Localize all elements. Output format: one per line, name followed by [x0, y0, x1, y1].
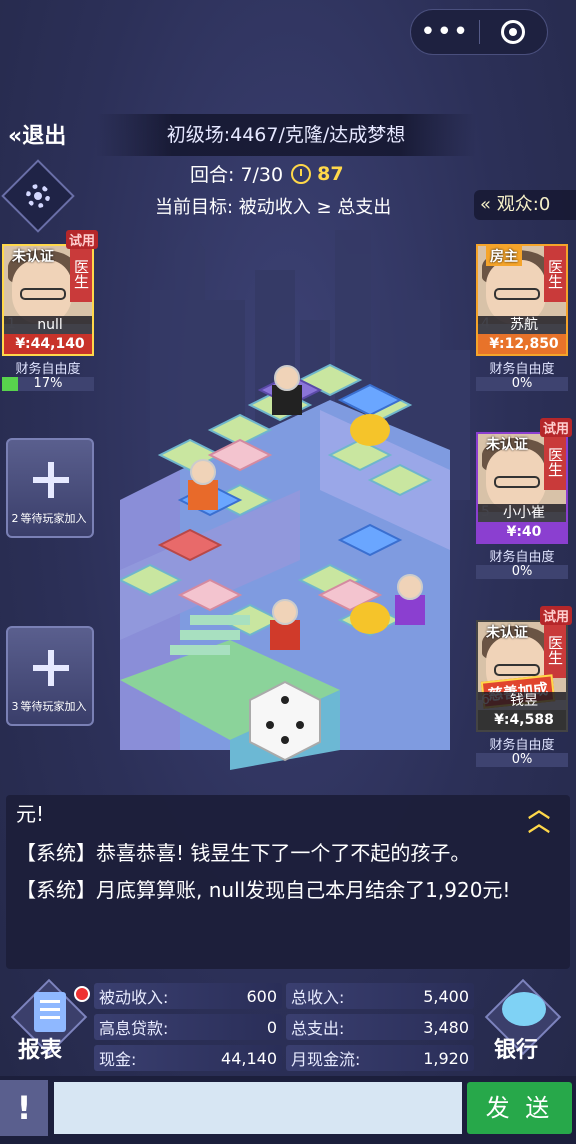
fin-freedom-label: 财务自由度 [15, 362, 81, 377]
player-money: ¥:4,588 [478, 710, 566, 730]
chat-message: 元! [16, 802, 45, 826]
document-icon [34, 992, 66, 1032]
role-tag: 医生 [70, 246, 92, 302]
audience-button[interactable]: « 观众:0 [474, 190, 576, 220]
game-board[interactable] [120, 350, 460, 790]
stat-total-expense: 总支出: 3,480 [286, 1014, 474, 1040]
player-card-4[interactable]: 医生 房主 4 苏航 ¥:12,850 财务自由度 0% [476, 244, 568, 391]
player-name: null [4, 316, 92, 334]
fin-freedom-label: 财务自由度 [489, 738, 555, 753]
round-label: 回合: 7/30 [190, 164, 284, 186]
trial-badge: 试用 [65, 230, 98, 249]
stat-loan: 高息贷款: 0 [94, 1014, 282, 1040]
stat-passive-income: 被动收入: 600 [94, 983, 282, 1009]
player-card-1[interactable]: 医生 未认证 1 null ¥:44,140 试用 财务自由度 17% [2, 230, 98, 391]
dice-icon[interactable] [249, 680, 321, 762]
chat-input[interactable] [54, 1082, 462, 1134]
bank-button[interactable]: 银行 [484, 978, 564, 1064]
fin-freedom-label: 财务自由度 [489, 550, 555, 565]
verify-tag: 未认证 [12, 249, 54, 265]
report-issue-icon[interactable]: ! [0, 1080, 48, 1136]
host-tag: 房主 [486, 246, 522, 266]
player-money: ¥:44,140 [4, 334, 92, 354]
turn-timer: 87 [291, 163, 344, 185]
player-card-6[interactable]: 医生 未认证 慈善加成 6 钱昱 ¥:4,588 试用 财务自由度 0% [476, 606, 572, 767]
exit-button[interactable]: «退出 [8, 118, 66, 150]
send-button[interactable]: 发 送 [467, 1082, 572, 1134]
chat-message: 【系统】月底算算账, null发现自己本月结余了1,920元! [16, 878, 511, 902]
avatar: 医生 房主 4 苏航 ¥:12,850 [476, 244, 568, 356]
round-info: 回合: 7/30 87 [190, 160, 344, 187]
avatar: 医生 未认证 5 小小崔 ¥:40 [476, 432, 568, 544]
role-tag: 医生 [544, 246, 566, 302]
player-card-5[interactable]: 医生 未认证 5 小小崔 ¥:40 试用 财务自由度 0% [476, 418, 572, 579]
collapse-chevron-icon[interactable]: ︿ ︿ [528, 800, 550, 836]
miniprogram-capsule: ••• [410, 9, 548, 55]
plus-icon [33, 650, 69, 686]
trial-badge: 试用 [539, 418, 572, 437]
fin-freedom-bar: 0% [476, 565, 568, 579]
fin-freedom-bar: 0% [476, 377, 568, 391]
player-name: 小小崔 [478, 504, 566, 522]
avatar: 医生 未认证 1 null ¥:44,140 [2, 244, 94, 356]
empty-seat-2[interactable]: 2 等待玩家加入 [6, 438, 94, 538]
player-name: 苏航 [478, 316, 566, 334]
gear-icon [21, 179, 55, 213]
fin-freedom-bar: 0% [476, 753, 568, 767]
player-money: ¥:40 [478, 522, 566, 542]
role-tag: 医生 [544, 622, 566, 678]
current-goal: 当前目标: 被动收入 ≥ 总支出 [155, 197, 392, 218]
chat-log: 元! 【系统】恭喜恭喜! 钱昱生下了一个了不起的孩子。 【系统】月底算算账, n… [6, 795, 570, 969]
trial-badge: 试用 [539, 606, 572, 625]
report-button[interactable]: 报表 [10, 978, 90, 1064]
avatar: 医生 未认证 慈善加成 6 钱昱 ¥:4,588 [476, 620, 568, 732]
fin-freedom-bar: 17% [2, 377, 94, 391]
stat-total-income: 总收入: 5,400 [286, 983, 474, 1009]
double-chevron-left-icon: « [480, 194, 492, 215]
chat-message: 【系统】恭喜恭喜! 钱昱生下了一个了不起的孩子。 [16, 841, 471, 865]
player-name: 钱昱 [478, 692, 566, 710]
room-title: 初级场:4467/克隆/达成梦想 [96, 114, 476, 156]
stat-cash: 现金: 44,140 [94, 1045, 282, 1071]
fin-freedom-label: 财务自由度 [489, 362, 555, 377]
role-tag: 医生 [544, 434, 566, 490]
piggy-bank-icon [502, 992, 546, 1026]
finance-stats: 被动收入: 600 总收入: 5,400 高息贷款: 0 总支出: 3,480 现金: 4… [94, 983, 474, 1076]
more-menu-icon[interactable]: ••• [411, 9, 479, 55]
double-chevron-left-icon: « [8, 124, 23, 149]
verify-tag: 未认证 [486, 437, 528, 453]
close-target-icon[interactable] [480, 20, 548, 44]
stat-cashflow: 月现金流: 1,920 [286, 1045, 474, 1071]
alarm-clock-icon [291, 163, 312, 184]
notification-dot [74, 986, 90, 1002]
plus-icon [33, 462, 69, 498]
empty-seat-3[interactable]: 3 等待玩家加入 [6, 626, 94, 726]
verify-tag: 未认证 [486, 625, 528, 641]
player-money: ¥:12,850 [478, 334, 566, 354]
